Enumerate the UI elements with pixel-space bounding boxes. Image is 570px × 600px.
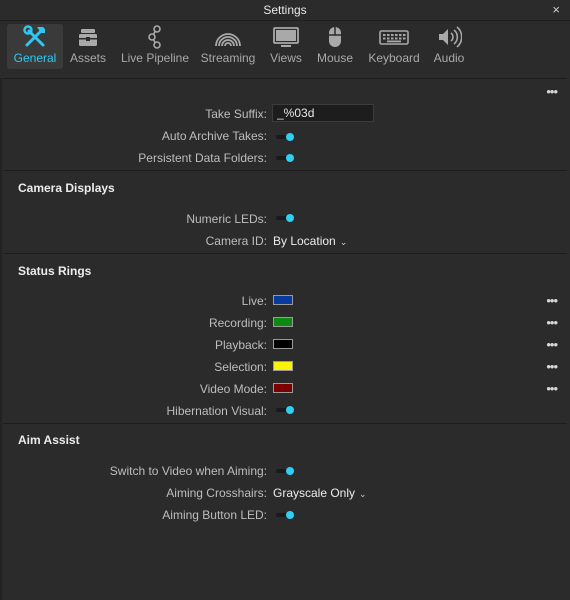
close-icon[interactable]: ×: [552, 2, 560, 17]
persistent-data-folders-label: Persistent Data Folders:: [138, 151, 267, 165]
status-ring-video-mode-more-icon[interactable]: •••: [546, 382, 558, 395]
take-suffix-input[interactable]: [272, 104, 374, 122]
status-ring-live-label: Live:: [241, 294, 267, 308]
aiming-crosshairs-dropdown[interactable]: Grayscale Only ⌄: [273, 486, 367, 500]
divider: [3, 423, 567, 424]
persistent-data-folders-toggle[interactable]: [274, 153, 296, 163]
settings-tab-bar: General Assets Live Pipeline Streaming V…: [0, 21, 570, 73]
tab-assets[interactable]: Assets: [66, 24, 110, 69]
auto-archive-takes-toggle[interactable]: [274, 132, 296, 142]
status-ring-playback-more-icon[interactable]: •••: [546, 338, 558, 351]
tab-assets-label: Assets: [69, 51, 106, 65]
status-ring-selection-color[interactable]: [273, 361, 293, 371]
camera-displays-heading: Camera Displays: [18, 181, 115, 195]
speaker-icon: [439, 26, 462, 48]
divider: [3, 253, 567, 254]
switch-to-video-toggle[interactable]: [274, 466, 296, 476]
tab-mouse[interactable]: Mouse: [315, 24, 355, 69]
switch-to-video-label: Switch to Video when Aiming:: [109, 464, 267, 478]
status-ring-selection-label: Selection:: [214, 360, 267, 374]
tab-general[interactable]: General: [7, 24, 63, 69]
tab-general-label: General: [13, 51, 57, 65]
status-ring-recording-label: Recording:: [208, 316, 267, 330]
status-ring-live-more-icon[interactable]: •••: [546, 294, 558, 307]
hibernation-visual-label: Hibernation Visual:: [166, 404, 267, 418]
tab-streaming[interactable]: Streaming: [200, 24, 256, 69]
tab-keyboard-label: Keyboard: [368, 51, 420, 65]
camera-id-label: Camera ID:: [205, 234, 267, 248]
chevron-down-icon: ⌄: [339, 237, 348, 247]
numeric-leds-toggle[interactable]: [274, 213, 296, 223]
pipeline-icon: [148, 25, 161, 49]
tab-keyboard[interactable]: Keyboard: [366, 24, 422, 69]
tab-audio-label: Audio: [433, 51, 465, 65]
tab-views-label: Views: [270, 51, 302, 65]
status-ring-recording-more-icon[interactable]: •••: [546, 316, 558, 329]
aiming-crosshairs-label: Aiming Crosshairs:: [166, 486, 267, 500]
tools-icon: [23, 25, 45, 47]
status-ring-selection-more-icon[interactable]: •••: [546, 360, 558, 373]
toolbox-icon: [79, 29, 97, 46]
mouse-icon: [329, 27, 341, 47]
camera-id-dropdown[interactable]: By Location ⌄: [273, 234, 347, 248]
tab-views[interactable]: Views: [266, 24, 306, 69]
divider: [3, 78, 567, 79]
general-options-more-icon[interactable]: •••: [546, 85, 558, 98]
status-ring-playback-label: Playback:: [214, 338, 267, 352]
status-rings-heading: Status Rings: [18, 264, 92, 278]
title-bar: Settings ×: [0, 0, 570, 21]
keyboard-icon: [379, 30, 409, 45]
tab-live-pipeline-label: Live Pipeline: [120, 51, 190, 65]
camera-id-value: By Location: [273, 234, 336, 248]
status-ring-video-mode-label: Video Mode:: [199, 382, 267, 396]
status-ring-playback-color[interactable]: [273, 339, 293, 349]
tab-audio[interactable]: Audio: [431, 24, 467, 69]
numeric-leds-label: Numeric LEDs:: [186, 212, 267, 226]
status-ring-video-mode-color[interactable]: [273, 383, 293, 393]
chevron-down-icon: ⌄: [359, 489, 367, 499]
auto-archive-takes-label: Auto Archive Takes:: [161, 129, 267, 143]
aiming-button-led-toggle[interactable]: [274, 510, 296, 520]
aim-assist-heading: Aim Assist: [18, 433, 80, 447]
take-suffix-label: Take Suffix:: [205, 107, 267, 121]
panel-edge: [0, 78, 2, 600]
status-ring-recording-color[interactable]: [273, 317, 293, 327]
monitor-icon: [273, 27, 299, 47]
tab-mouse-label: Mouse: [316, 51, 354, 65]
window-title: Settings: [263, 3, 307, 17]
aiming-button-led-label: Aiming Button LED:: [162, 508, 267, 522]
aiming-crosshairs-value: Grayscale Only: [273, 486, 356, 500]
tab-streaming-label: Streaming: [200, 51, 256, 65]
broadcast-icon: [215, 33, 241, 47]
status-ring-live-color[interactable]: [273, 295, 293, 305]
divider: [3, 170, 567, 171]
hibernation-visual-toggle[interactable]: [274, 405, 296, 415]
tab-live-pipeline[interactable]: Live Pipeline: [118, 24, 192, 69]
